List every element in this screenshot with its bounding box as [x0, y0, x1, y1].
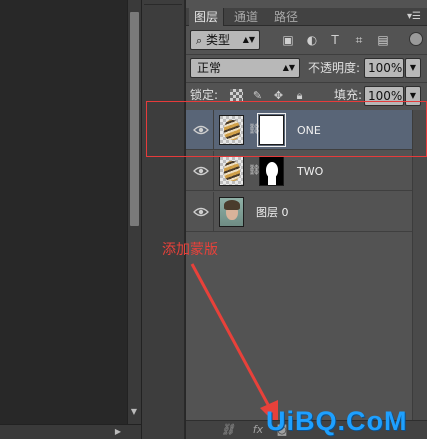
- document-canvas[interactable]: [0, 0, 127, 439]
- divider: [186, 54, 427, 55]
- layer-thumbnail[interactable]: [219, 197, 244, 227]
- layer-name[interactable]: 图层 0: [256, 206, 289, 220]
- annotation-text: 添加蒙版: [162, 242, 218, 258]
- opacity-dropdown-icon[interactable]: ▼: [405, 58, 421, 78]
- fx-button[interactable]: fx: [250, 423, 266, 437]
- layer-name[interactable]: TWO: [297, 165, 323, 179]
- chevron-updown-icon: ▲▼: [282, 63, 295, 72]
- panel-menu-icon[interactable]: ▾☰: [404, 10, 424, 24]
- smartobject-filter-icon[interactable]: ▤: [376, 33, 390, 47]
- divider: [186, 82, 427, 83]
- panel-dock: [141, 0, 185, 439]
- layer-filter-select[interactable]: ⌕ 类型 ▲▼: [190, 30, 260, 50]
- opacity-input[interactable]: 100%: [364, 58, 404, 78]
- watermark: UiBQ.CoM: [266, 406, 408, 436]
- search-icon: ⌕: [196, 34, 203, 47]
- adjustment-filter-icon[interactable]: ◐: [305, 33, 319, 47]
- tab-paths[interactable]: 路径: [269, 8, 303, 26]
- eye-icon[interactable]: [193, 206, 209, 218]
- filter-toggle-icon[interactable]: [409, 32, 423, 46]
- type-filter-icon[interactable]: T: [328, 33, 342, 47]
- shape-filter-icon[interactable]: ⌗: [352, 33, 366, 47]
- tab-layers[interactable]: 图层: [189, 8, 225, 26]
- link-layers-icon[interactable]: ⛓: [220, 423, 236, 437]
- filter-kind-label: 类型: [206, 33, 231, 47]
- opacity-label: 不透明度:: [308, 61, 361, 75]
- highlight-box: [146, 101, 427, 157]
- scroll-right-icon[interactable]: ▶: [112, 426, 124, 438]
- mask-link-icon[interactable]: ⛓: [248, 164, 261, 178]
- layer-thumbnail[interactable]: [219, 156, 244, 186]
- blend-mode-value: 正常: [197, 61, 222, 75]
- vertical-scroll-thumb[interactable]: [130, 12, 139, 226]
- layer-mask-thumbnail[interactable]: [259, 156, 284, 186]
- dock-separator: [144, 4, 182, 5]
- tab-channels[interactable]: 通道: [229, 8, 263, 26]
- blend-mode-select[interactable]: 正常 ▲▼: [190, 58, 300, 78]
- eye-icon[interactable]: [193, 165, 209, 177]
- chevron-updown-icon: ▲▼: [242, 35, 255, 44]
- scroll-down-icon[interactable]: ▼: [128, 406, 140, 418]
- pixel-filter-icon[interactable]: ▣: [281, 33, 295, 47]
